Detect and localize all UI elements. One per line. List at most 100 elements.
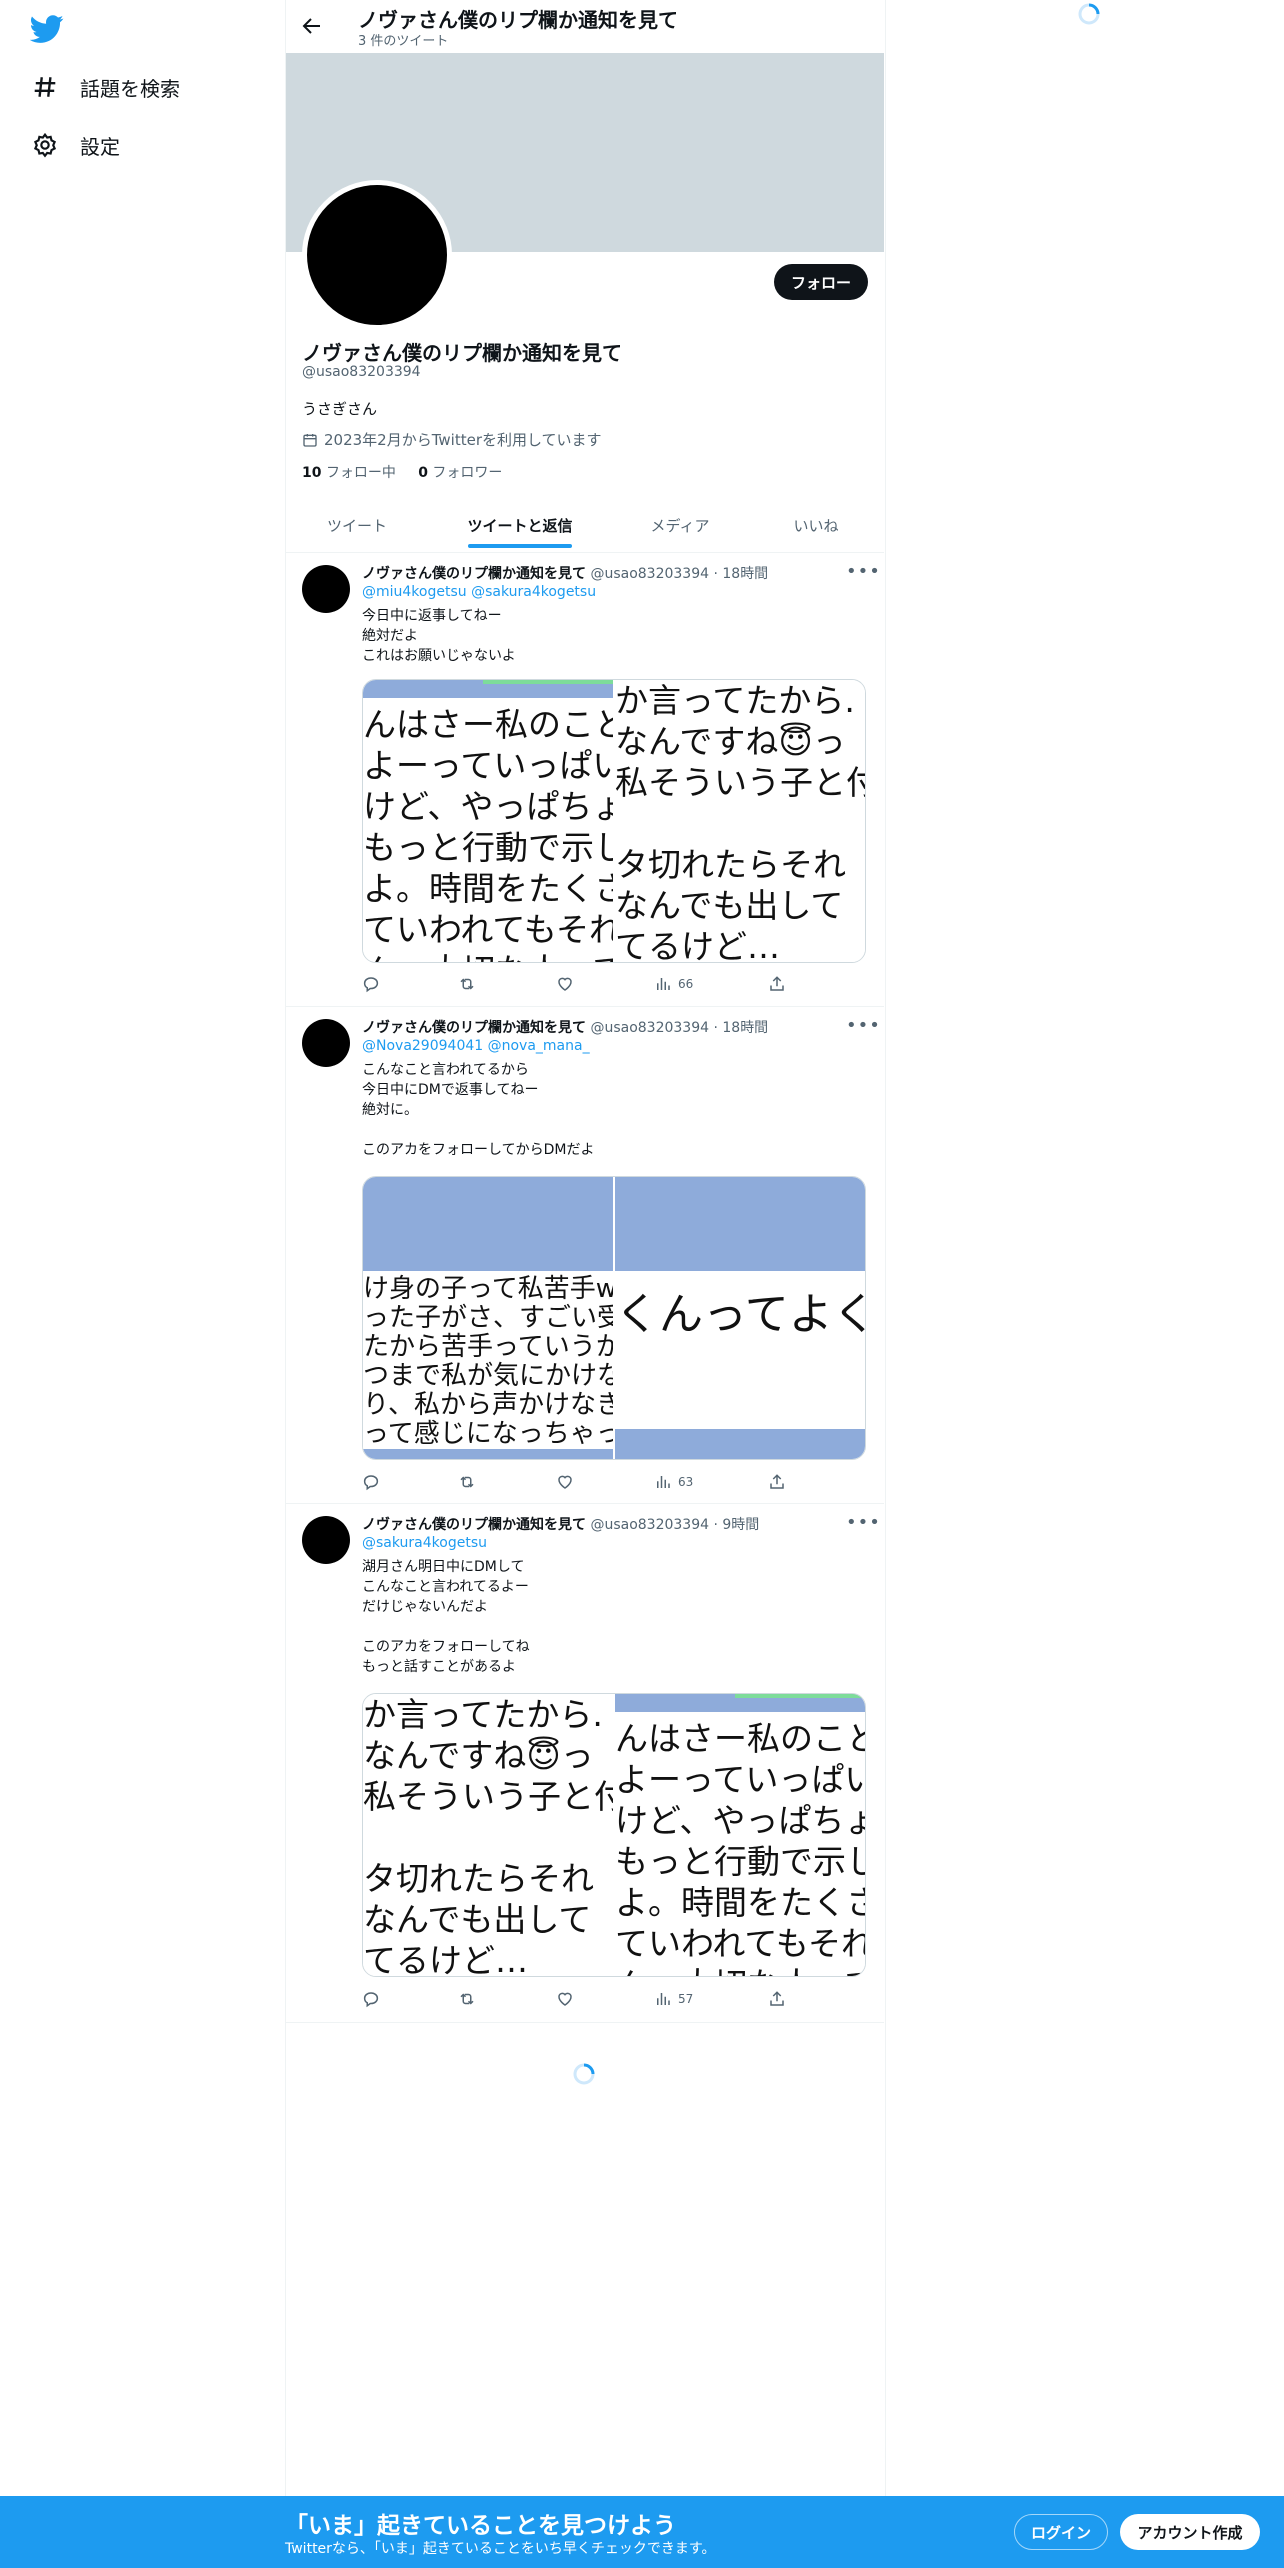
tweet-item[interactable]: ノヴァさん僕のリプ欄か通知を見て @usao83203394 · 18時間 ••…: [286, 553, 884, 1007]
login-button[interactable]: ログイン: [1014, 2514, 1108, 2550]
tab-tweets[interactable]: ツイート: [286, 502, 428, 552]
signup-prompt-subtitle: Twitterなら、「いま」起きていることをいち早くチェックできます。: [285, 2541, 716, 2557]
tweet-meta: @usao83203394 · 18時間: [590, 1020, 769, 1036]
back-arrow-icon[interactable]: [300, 14, 324, 38]
reply-icon: [363, 977, 379, 993]
tweet-media: か言ってたから. なんですね😇っ 私そういう子と付 タ切れたらそれ なんでも出し…: [362, 1693, 866, 1977]
header-title: ノヴァさん僕のリプ欄か通知を見て: [358, 8, 678, 32]
views-button[interactable]: 66: [654, 975, 693, 993]
share-button[interactable]: [768, 1990, 786, 2008]
views-count: 63: [678, 1475, 694, 1489]
retweet-button[interactable]: [458, 1990, 476, 2008]
profile-handle: @usao83203394: [302, 364, 421, 380]
follow-button[interactable]: フォロー: [774, 264, 868, 300]
retweet-icon: [460, 1476, 474, 1488]
tweet-meta: @usao83203394 · 9時間: [590, 1517, 760, 1533]
media-image-text: くんってよく: [615, 1289, 865, 1340]
tweet-item[interactable]: ノヴァさん僕のリプ欄か通知を見て @usao83203394 · 9時間 •••…: [286, 1504, 884, 2023]
profile-avatar[interactable]: [302, 180, 452, 330]
profile-tabs: ツイート ツイートと返信 メディア いいね: [286, 502, 884, 553]
share-icon: [770, 1991, 784, 2006]
heart-icon: [558, 977, 572, 991]
sidebar-item-label: 話題を検索: [80, 76, 180, 101]
heart-icon: [558, 1992, 572, 2006]
reply-button[interactable]: [362, 1990, 380, 2008]
profile-follow-stats: 10 フォロー中 0 フォロワー: [302, 462, 502, 482]
tweet-author-name[interactable]: ノヴァさん僕のリプ欄か通知を見て: [362, 1517, 586, 1533]
views-count: 57: [678, 1992, 694, 2006]
share-icon: [770, 976, 784, 991]
twitter-bird-icon[interactable]: [30, 12, 64, 46]
header-tweet-count: 3 件のツイート: [358, 34, 449, 49]
profile-joined: 2023年2月からTwitterを利用しています: [302, 429, 602, 450]
views-button[interactable]: 63: [654, 1473, 693, 1491]
reply-icon: [363, 1992, 379, 2008]
like-button[interactable]: [556, 975, 574, 993]
media-image-text: か言ってたから. なんですね😇っ 私そういう子と付 タ切れたらそれ なんでも出し…: [615, 681, 865, 962]
tweet-media-image[interactable]: か言ってたから. なんですね😇っ 私そういう子と付 タ切れたらそれ なんでも出し…: [363, 1694, 613, 1976]
like-button[interactable]: [556, 1990, 574, 2008]
media-image-text: んはさー私のこと大 よーっていっぱい言 けど、やっぱちょっ もっと行動で示して …: [615, 1719, 865, 1976]
retweet-button[interactable]: [458, 975, 476, 993]
tab-likes[interactable]: いいね: [748, 502, 884, 552]
tweet-media-image[interactable]: くんってよく: [615, 1177, 865, 1459]
tweet-text: 湖月さん明日中にDMして こんなこと言われてるよー だけじゃないんだよ このアカ…: [362, 1559, 530, 1675]
followers-link[interactable]: 0 フォロワー: [418, 465, 502, 481]
gear-icon: [33, 132, 57, 158]
tweet-media-image[interactable]: んはさー私のこと大 よーっていっぱい言 けど、やっぱちょっ もっと行動で示して …: [615, 1694, 865, 1976]
share-button[interactable]: [768, 1473, 786, 1491]
like-button[interactable]: [556, 1473, 574, 1491]
heart-icon: [558, 1475, 572, 1489]
more-options-icon[interactable]: •••: [846, 1015, 881, 1036]
views-button[interactable]: 57: [654, 1990, 693, 2008]
profile-name: ノヴァさん僕のリプ欄か通知を見て: [302, 341, 622, 365]
more-options-icon[interactable]: •••: [846, 561, 881, 582]
sidebar-item-settings[interactable]: 設定: [32, 125, 120, 165]
tweet-header: ノヴァさん僕のリプ欄か通知を見て @usao83203394 · 9時間: [362, 1514, 832, 1534]
followers-count: 0: [418, 465, 428, 481]
following-link[interactable]: 10 フォロー中: [302, 465, 396, 481]
reply-button[interactable]: [362, 1473, 380, 1491]
tweet-author-name[interactable]: ノヴァさん僕のリプ欄か通知を見て: [362, 566, 586, 582]
tweet-actions: 63: [362, 1473, 802, 1497]
more-options-icon[interactable]: •••: [846, 1512, 881, 1533]
followers-label: フォロワー: [432, 465, 503, 481]
views-chart-icon: [657, 1993, 670, 2005]
tweet-text: 今日中に返事してねー 絶対だよ これはお願いじゃないよ: [362, 608, 516, 664]
tweet-avatar[interactable]: [302, 1516, 350, 1564]
tweet-media: んはさー私のこと大 よーっていっぱい言 けど、やっぱちょっ もっと行動で示して …: [362, 679, 866, 963]
tweet-actions: 66: [362, 975, 802, 999]
media-image-text: け身の子って私苦手wトラ った子がさ、すごい受け身 たから苦手っていうか大嫌 つ…: [363, 1274, 613, 1449]
media-image-text: んはさー私のこと大 よーっていっぱい言 けど、やっぱちょっ もっと行動で示して …: [363, 705, 613, 962]
tweet-avatar[interactable]: [302, 565, 350, 613]
active-tab-indicator: [468, 544, 572, 548]
following-label: フォロー中: [325, 465, 396, 481]
share-button[interactable]: [768, 975, 786, 993]
loading-spinner-icon: [1078, 3, 1100, 25]
calendar-icon: [303, 433, 317, 447]
tab-media[interactable]: メディア: [612, 502, 748, 552]
reply-icon: [363, 1475, 379, 1491]
tweet-media-image[interactable]: け身の子って私苦手wトラ った子がさ、すごい受け身 たから苦手っていうか大嫌 つ…: [363, 1177, 613, 1459]
tweet-media: け身の子って私苦手wトラ った子がさ、すごい受け身 たから苦手っていうか大嫌 つ…: [362, 1176, 866, 1460]
tweet-reply-mentions[interactable]: @miu4kogetsu @sakura4kogetsu: [362, 584, 596, 600]
views-count: 66: [678, 977, 694, 991]
signup-button[interactable]: アカウント作成: [1120, 2514, 1260, 2550]
views-chart-icon: [657, 1476, 670, 1488]
loading-spinner-icon: [573, 2063, 595, 2085]
profile-bio: うさぎさん: [302, 400, 378, 418]
tweet-reply-mentions[interactable]: @sakura4kogetsu: [362, 1535, 487, 1551]
retweet-icon: [460, 978, 474, 990]
profile-joined-text: 2023年2月からTwitterを利用しています: [324, 431, 602, 449]
reply-button[interactable]: [362, 975, 380, 993]
retweet-icon: [460, 1993, 474, 2005]
tweet-author-name[interactable]: ノヴァさん僕のリプ欄か通知を見て: [362, 1020, 586, 1036]
tweet-reply-mentions[interactable]: @Nova29094041 @nova_mana_: [362, 1038, 590, 1054]
tweet-media-image[interactable]: か言ってたから. なんですね😇っ 私そういう子と付 タ切れたらそれ なんでも出し…: [615, 680, 865, 962]
tweet-media-image[interactable]: んはさー私のこと大 よーっていっぱい言 けど、やっぱちょっ もっと行動で示して …: [363, 680, 613, 962]
retweet-button[interactable]: [458, 1473, 476, 1491]
tweet-actions: 57: [362, 1990, 802, 2014]
sidebar-item-explore[interactable]: 話題を検索: [32, 67, 180, 107]
tweet-item[interactable]: ノヴァさん僕のリプ欄か通知を見て @usao83203394 · 18時間 ••…: [286, 1007, 884, 1504]
tweet-avatar[interactable]: [302, 1019, 350, 1067]
